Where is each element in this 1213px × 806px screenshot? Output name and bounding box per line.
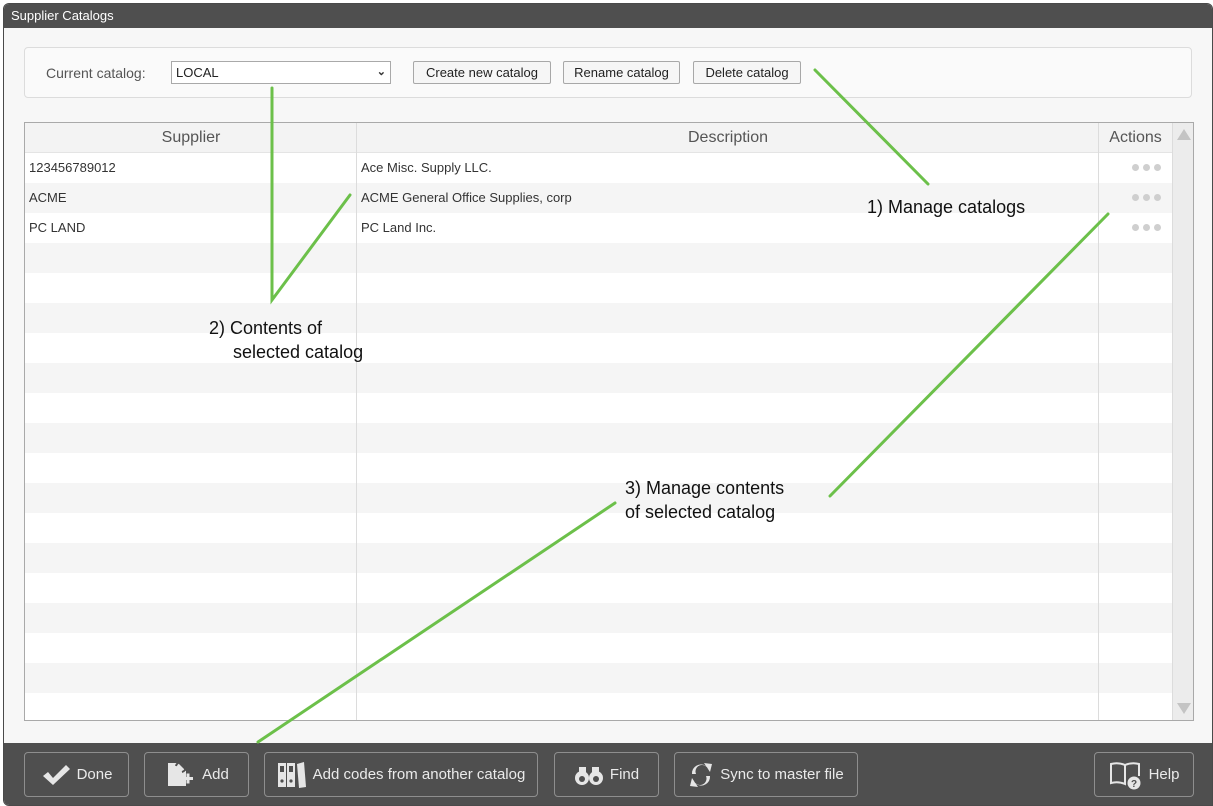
- help-button[interactable]: ? Help: [1094, 752, 1194, 797]
- empty-table-row: [25, 633, 1172, 663]
- empty-table-row: [25, 573, 1172, 603]
- column-header-description[interactable]: Description: [357, 123, 1099, 153]
- description-cell: ACME General Office Supplies, corp: [361, 190, 572, 205]
- current-catalog-label: Current catalog:: [46, 65, 146, 81]
- empty-table-row: [25, 243, 1172, 273]
- supplier-cell: PC LAND: [29, 220, 86, 235]
- add-document-icon: [164, 760, 196, 790]
- sync-label: Sync to master file: [720, 766, 844, 783]
- grid-body: 123456789012 Ace Misc. Supply LLC. ACME ACM…: [25, 153, 1172, 720]
- dot: [1131, 194, 1139, 202]
- dot: [1142, 164, 1150, 172]
- supplier-catalogs-window: Supplier Catalogs Current catalog: LOCAL…: [3, 3, 1213, 806]
- more-horizontal-icon[interactable]: [1120, 183, 1172, 213]
- dot: [1142, 194, 1150, 202]
- empty-table-row: [25, 543, 1172, 573]
- dot: [1153, 194, 1161, 202]
- empty-table-row: [25, 423, 1172, 453]
- column-divider: [356, 123, 357, 720]
- done-label: Done: [76, 766, 113, 783]
- empty-table-row: [25, 363, 1172, 393]
- empty-table-row: [25, 333, 1172, 363]
- column-header-actions: Actions: [1109, 129, 1162, 146]
- table-row[interactable]: 123456789012 Ace Misc. Supply LLC.: [25, 153, 1172, 183]
- checkmark-icon: [41, 763, 71, 787]
- rename-catalog-button[interactable]: Rename catalog: [563, 61, 680, 84]
- add-button[interactable]: Add: [144, 752, 249, 797]
- delete-catalog-button[interactable]: Delete catalog: [693, 61, 801, 84]
- annotation-contents-line2: selected catalog: [233, 342, 364, 362]
- annotation-manage-catalogs: 1) Manage catalogs: [867, 197, 1026, 217]
- find-label: Find: [609, 766, 640, 783]
- catalog-toolbar: Current catalog: LOCAL ⌄ Create new cata…: [24, 47, 1192, 98]
- empty-table-row: [25, 513, 1172, 543]
- empty-table-row: [25, 273, 1172, 303]
- help-label: Help: [1148, 766, 1180, 783]
- empty-table-row: [25, 303, 1172, 333]
- annotation-manage-contents-line1: 3) Manage contents: [625, 478, 785, 498]
- footer-toolbar: Done Add Add codes from another catalog …: [4, 743, 1212, 805]
- find-button[interactable]: Find: [554, 752, 659, 797]
- vertical-scrollbar[interactable]: [1172, 123, 1193, 720]
- done-button[interactable]: Done: [24, 752, 129, 797]
- empty-table-row: [25, 483, 1172, 513]
- grid-header: Supplier Description Actions: [25, 123, 1172, 153]
- add-label: Add: [202, 766, 229, 783]
- current-catalog-select[interactable]: LOCAL ⌄: [171, 61, 391, 84]
- annotation-contents-line1: 2) Contents of: [209, 318, 323, 338]
- dot: [1153, 164, 1161, 172]
- empty-table-row: [25, 663, 1172, 693]
- dot: [1153, 224, 1161, 232]
- description-cell: Ace Misc. Supply LLC.: [361, 160, 492, 175]
- more-horizontal-icon[interactable]: [1120, 153, 1172, 183]
- empty-table-row: [25, 453, 1172, 483]
- empty-table-row: [25, 603, 1172, 633]
- binoculars-icon: [574, 764, 604, 786]
- dot: [1131, 164, 1139, 172]
- dot: [1131, 224, 1139, 232]
- scroll-up-arrow-icon[interactable]: [1177, 129, 1191, 140]
- column-header-supplier[interactable]: Supplier: [25, 123, 357, 153]
- more-horizontal-icon[interactable]: [1120, 213, 1172, 243]
- current-catalog-value: LOCAL: [176, 65, 219, 80]
- supplier-cell: 123456789012: [29, 160, 116, 175]
- sync-button[interactable]: Sync to master file: [674, 752, 858, 797]
- dot: [1142, 224, 1150, 232]
- empty-table-row: [25, 393, 1172, 423]
- supplier-cell: ACME: [29, 190, 67, 205]
- sync-icon: [688, 760, 714, 790]
- help-book-icon: ?: [1109, 760, 1143, 790]
- add-codes-label: Add codes from another catalog: [312, 766, 526, 783]
- annotation-manage-contents-line2: of selected catalog: [625, 502, 776, 522]
- create-catalog-button[interactable]: Create new catalog: [413, 61, 551, 84]
- add-codes-button[interactable]: Add codes from another catalog: [264, 752, 538, 797]
- description-cell: PC Land Inc.: [361, 220, 437, 235]
- binders-icon: [277, 761, 307, 789]
- window-title: Supplier Catalogs: [4, 4, 1212, 28]
- empty-table-row: [25, 693, 1172, 720]
- svg-text:?: ?: [1131, 779, 1137, 790]
- scroll-down-arrow-icon[interactable]: [1177, 703, 1191, 714]
- column-divider: [1098, 123, 1099, 720]
- chevron-down-icon: ⌄: [376, 66, 386, 78]
